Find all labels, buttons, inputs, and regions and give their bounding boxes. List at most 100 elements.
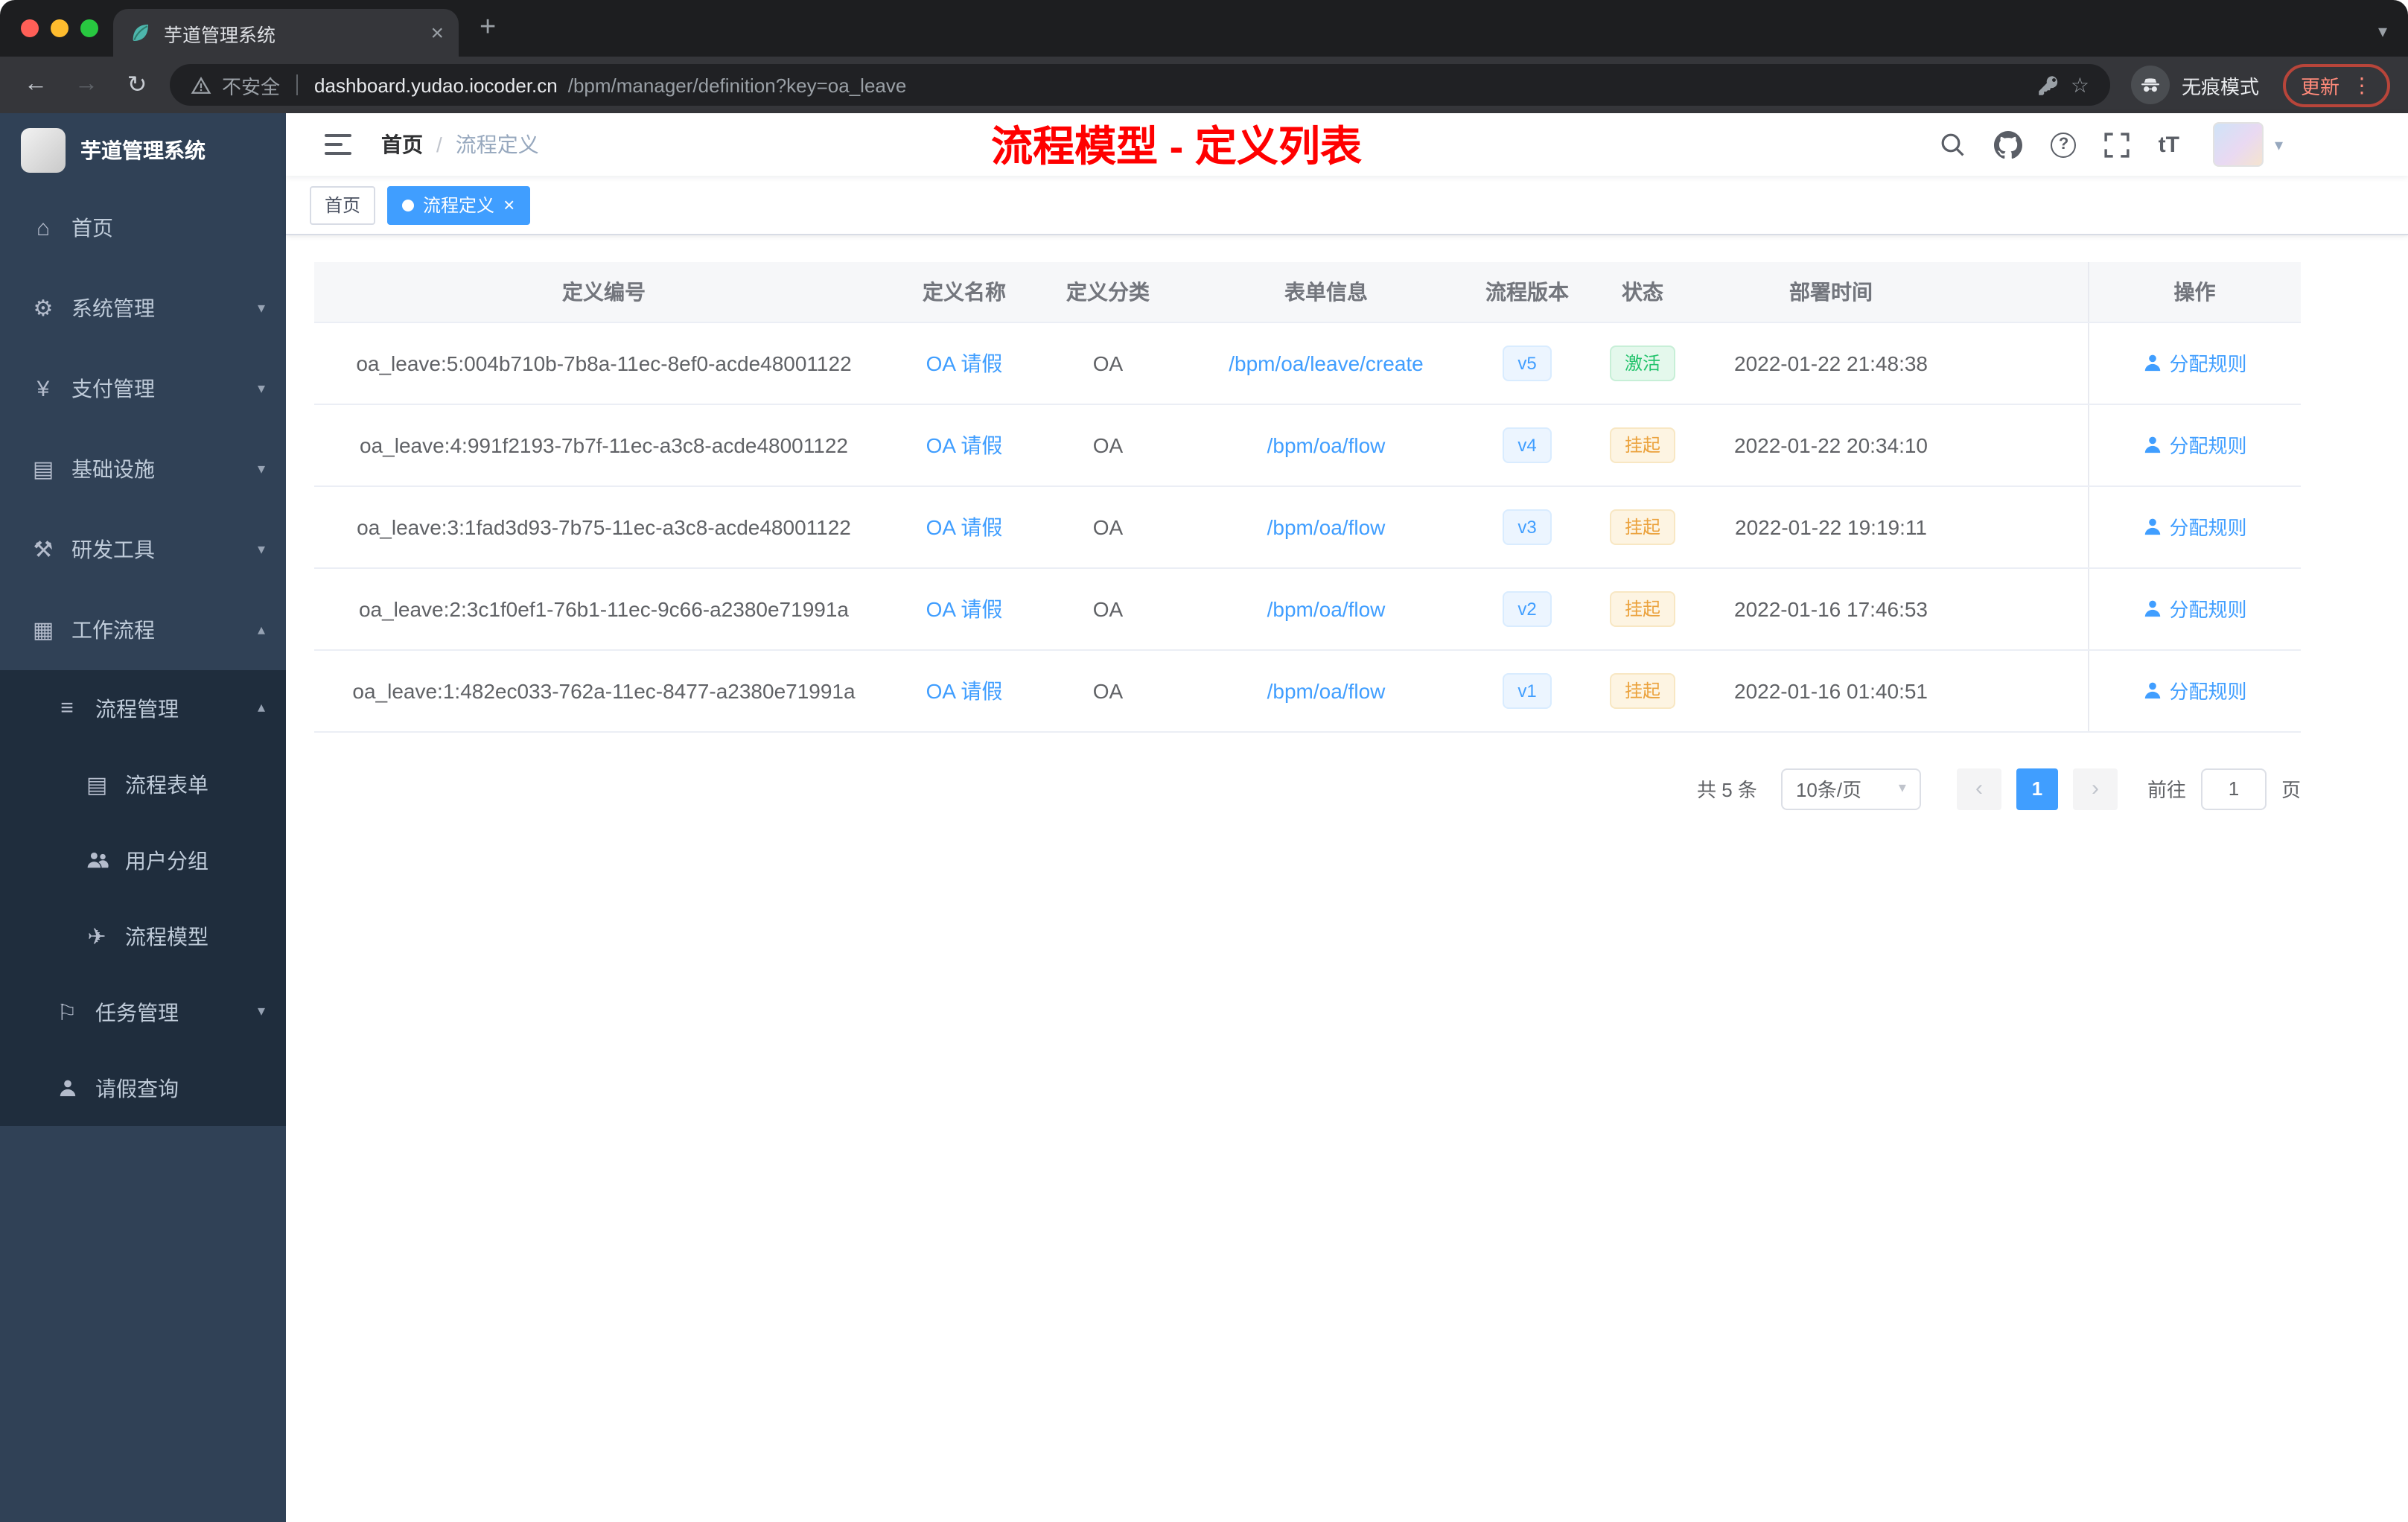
caret-down-icon: ▾ [2274,136,2283,154]
page-size-select[interactable]: 10条/页 ▾ [1780,768,1921,809]
column-header-category: 定义分类 [1035,262,1181,322]
status-badge: 激活 [1609,345,1675,380]
form-link[interactable]: /bpm/oa/leave/create [1229,351,1424,375]
cell-definition-id: oa_leave:1:482ec033-762a-11ec-8477-a2380… [314,649,894,732]
logo-title: 芋道管理系统 [80,138,206,162]
column-header-version: 流程版本 [1471,262,1583,322]
page-size-value: 10条/页 [1795,779,1862,801]
chevron-down-icon: ▾ [1898,780,1906,797]
definition-name-link[interactable]: OA 请假 [926,433,1003,456]
cell-category: OA [1035,485,1181,568]
dashboard-icon: ⌂ [36,215,51,241]
table-row: oa_leave:4:991f2193-7b7f-11ec-a3c8-acde4… [314,404,2301,486]
next-page-button[interactable]: › [2072,768,2118,809]
list-icon: ≡ [60,695,74,721]
cell-definition-id: oa_leave:5:004b710b-7b8a-11ec-8ef0-acde4… [314,322,894,404]
assign-rule-link[interactable]: 分配规则 [2142,676,2247,704]
form-link[interactable]: /bpm/oa/flow [1267,515,1386,538]
current-page-button[interactable]: 1 [2016,768,2058,809]
minimize-window-button[interactable] [51,19,69,37]
tab-close-icon[interactable]: × [430,20,444,45]
status-badge: 挂起 [1609,672,1675,708]
new-tab-button[interactable]: + [459,12,496,57]
sidebar-item-task-manage[interactable]: ⚐ 任务管理 ▾ [0,974,286,1050]
sidebar-item-devtools[interactable]: ⚒ 研发工具 ▾ [0,509,286,590]
column-header-deployed: 部署时间 [1702,262,1960,322]
sidebar-item-infrastructure[interactable]: ▤ 基础设施 ▾ [0,429,286,509]
cell-category: OA [1035,567,1181,650]
browser-update-button[interactable]: 更新 ⋮ [2282,63,2390,106]
form-link[interactable]: /bpm/oa/flow [1267,596,1386,620]
definition-name-link[interactable]: OA 请假 [926,596,1003,620]
cell-filler [1960,567,2088,650]
close-window-button[interactable] [21,19,39,37]
tab-search-chevron-icon[interactable]: ▾ [2378,21,2387,42]
reload-button[interactable]: ↻ [119,67,155,103]
sidebar-item-payment[interactable]: ¥ 支付管理 ▾ [0,348,286,429]
sidebar-item-workflow[interactable]: ▦ 工作流程 ▴ [0,590,286,670]
sidebar-item-process-form[interactable]: ▤ 流程表单 [0,746,286,822]
tag-home[interactable]: 首页 [310,185,376,224]
help-icon[interactable]: ? [2051,132,2077,157]
sidebar-item-label: 请假查询 [95,1076,179,1100]
incognito-badge: 无痕模式 [2130,66,2259,104]
assign-rule-link[interactable]: 分配规则 [2142,430,2247,459]
fullscreen-icon[interactable] [2105,132,2130,157]
version-badge: v2 [1503,590,1552,626]
sidebar-item-label: 支付管理 [71,377,155,401]
sidebar-item-label: 基础设施 [71,457,155,481]
sidebar-item-process-manage[interactable]: ≡ 流程管理 ▴ [0,670,286,746]
page-goto-input[interactable] [2200,768,2267,809]
breadcrumb-current: 流程定义 [455,133,539,156]
sidebar: 芋道管理系统 ⌂ 首页 ⚙ 系统管理 ▾ ¥ 支付管理 ▾ ▤ 基础设施 ▾ ⚒… [0,113,286,1522]
back-button[interactable]: ← [18,67,54,103]
sidebar-item-user-group[interactable]: 用户分组 [0,822,286,898]
search-icon[interactable] [1940,131,1966,158]
user-icon [54,1078,80,1098]
page-content: 定义编号 定义名称 定义分类 表单信息 流程版本 状态 部署时间 操作 oa_l… [286,235,2408,1522]
sidebar-toggle-icon[interactable] [322,128,354,161]
user-icon [2144,436,2160,453]
user-icon [2144,354,2160,372]
chevron-down-icon: ▾ [257,380,265,397]
assign-rule-link[interactable]: 分配规则 [2142,348,2247,377]
sidebar-item-label: 系统管理 [71,296,155,320]
prev-page-button[interactable]: ‹ [1956,768,2001,809]
definition-name-link[interactable]: OA 请假 [926,678,1003,702]
pagination: 共 5 条 10条/页 ▾ ‹ 1 › 前往 页 [314,768,2301,809]
cell-definition-id: oa_leave:3:1fad3d93-7b75-11ec-a3c8-acde4… [314,485,894,568]
form-link[interactable]: /bpm/oa/flow [1267,433,1386,456]
github-icon[interactable] [1994,130,2023,159]
avatar[interactable] [2213,122,2264,167]
forward-button[interactable]: → [69,67,104,103]
assign-rule-link[interactable]: 分配规则 [2142,594,2247,623]
incognito-label: 无痕模式 [2181,75,2259,98]
bookmark-star-icon[interactable]: ☆ [2071,72,2089,98]
browser-menu-icon[interactable]: ⋮ [2351,72,2372,98]
assign-rule-label: 分配规则 [2169,517,2247,539]
user-icon [2144,600,2160,617]
breadcrumb-home[interactable]: 首页 [381,130,423,159]
tag-process-definition[interactable]: 流程定义 × [387,185,530,224]
cell-deploy-time: 2022-01-22 20:34:10 [1702,404,1960,486]
form-link[interactable]: /bpm/oa/flow [1267,678,1386,702]
version-badge: v5 [1503,345,1552,380]
sidebar-item-leave-query[interactable]: 请假查询 [0,1050,286,1126]
font-size-icon[interactable]: tT [2159,132,2179,157]
address-bar[interactable]: 不安全 dashboard.yudao.iocoder.cn /bpm/mana… [170,64,2110,106]
browser-toolbar: ← → ↻ 不安全 dashboard.yudao.iocoder.cn /bp… [0,57,2408,113]
sidebar-item-process-model[interactable]: ✈ 流程模型 [0,898,286,974]
definition-name-link[interactable]: OA 请假 [926,351,1003,375]
sidebar-item-home[interactable]: ⌂ 首页 [0,188,286,268]
status-badge: 挂起 [1609,509,1675,544]
definition-name-link[interactable]: OA 请假 [926,515,1003,538]
maximize-window-button[interactable] [80,19,98,37]
user-menu[interactable]: ▾ [2213,122,2283,167]
tag-close-icon[interactable]: × [503,195,515,214]
window-controls [0,19,113,57]
assign-rule-link[interactable]: 分配规则 [2142,512,2247,541]
browser-tab[interactable]: 芋道管理系统 × [113,9,459,57]
password-key-icon[interactable] [2038,74,2060,96]
column-header-form: 表单信息 [1181,262,1471,322]
sidebar-item-system[interactable]: ⚙ 系统管理 ▾ [0,268,286,348]
